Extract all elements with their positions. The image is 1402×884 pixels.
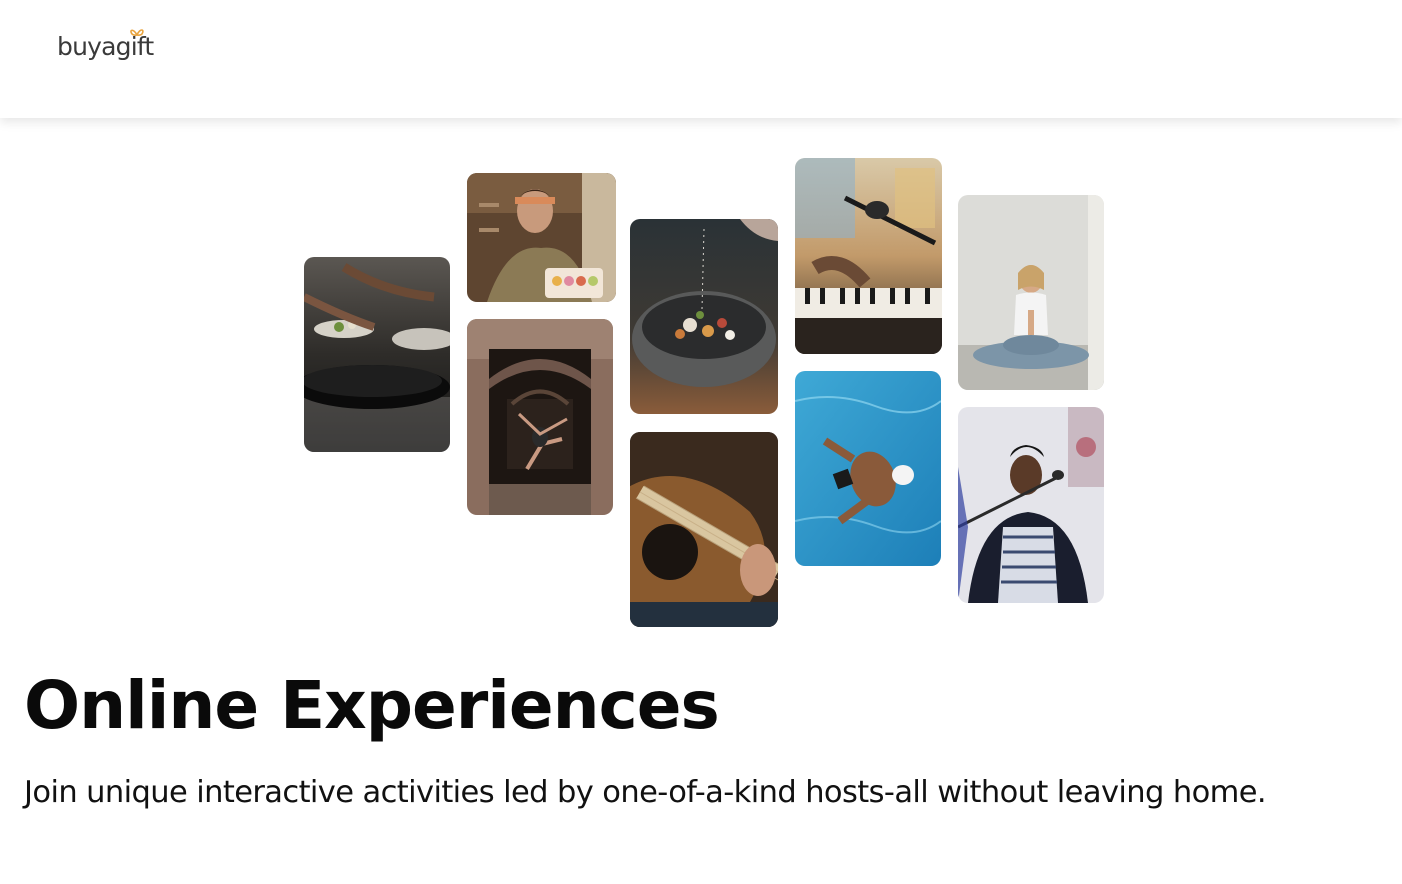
buyagift-logo[interactable]: buyagift <box>57 26 167 70</box>
photo-seasoning-bowl[interactable] <box>630 219 778 414</box>
photo-swimmer-pool[interactable] <box>795 371 941 566</box>
photo-piano-microphone[interactable] <box>795 158 942 354</box>
site-header: buyagift <box>0 0 1402 118</box>
photo-singer-microphone[interactable] <box>958 407 1104 603</box>
gift-bow-icon <box>130 29 144 37</box>
photo-dancer-archway[interactable] <box>467 319 613 515</box>
page-subtitle: Join unique interactive activities led b… <box>24 775 1267 810</box>
photo-acoustic-guitar[interactable] <box>630 432 778 627</box>
experience-gallery <box>0 118 1402 648</box>
photo-macaron-baker[interactable] <box>467 173 616 302</box>
page-title: Online Experiences <box>24 667 720 744</box>
photo-yoga-meditation[interactable] <box>958 195 1104 390</box>
photo-cooking-pans[interactable] <box>304 257 450 452</box>
